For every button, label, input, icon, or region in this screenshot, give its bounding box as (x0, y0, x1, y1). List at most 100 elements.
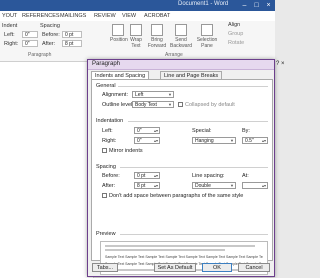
group-button[interactable]: Group (228, 31, 243, 37)
preview-divider (120, 234, 268, 235)
indent-right-value: 0" (137, 138, 142, 144)
dialog-close-icon[interactable]: × (281, 61, 285, 67)
help-icon[interactable]: ? (276, 61, 279, 67)
wrap-text-label: Wrap Text (130, 37, 142, 49)
tab-review[interactable]: REVIEW (94, 13, 116, 19)
cancel-button[interactable]: Cancel (238, 263, 270, 272)
position-button[interactable]: Position (110, 24, 128, 43)
dont-add-space-checkbox[interactable] (102, 193, 107, 198)
spacing-heading: Spacing (40, 23, 60, 29)
wrap-text-button[interactable]: Wrap Text (128, 24, 144, 49)
ok-button[interactable]: OK (202, 263, 232, 272)
after-value: 8 pt (137, 183, 146, 189)
tab-acrobat[interactable]: ACROBAT (144, 13, 170, 19)
minimize-icon[interactable]: – (239, 0, 250, 11)
indent-right-input[interactable]: 0" ▴▾ (134, 137, 160, 144)
spacing-heading: Spacing (96, 164, 116, 170)
spacing-after-input[interactable]: 8 pt (62, 40, 82, 47)
spacing-before-label: Before: (42, 32, 60, 38)
tab-view[interactable]: VIEW (122, 13, 136, 19)
selection-pane-button[interactable]: Selection Pane (196, 24, 218, 49)
spinner-icon: ▴▾ (153, 173, 158, 178)
spinner-icon: ▴▾ (261, 183, 266, 188)
indent-heading: Indent (2, 23, 18, 29)
at-input[interactable]: ▴▾ (242, 182, 268, 189)
paragraph-group-label: Paragraph (28, 52, 52, 58)
ribbon: Indent Spacing Left: 0" Right: 0" Before… (0, 21, 275, 62)
outline-level-select[interactable]: Body Text ▼ (132, 101, 174, 108)
bring-forward-label: Bring Forward (147, 37, 167, 49)
after-label: After: (102, 183, 116, 189)
indents-spacing-panel: General Alignment: Left ▼ Outline level: … (91, 79, 273, 275)
alignment-label: Alignment: (102, 92, 128, 98)
before-value: 0 pt (137, 173, 146, 179)
indentation-divider (128, 121, 268, 122)
chevron-down-icon: ▼ (168, 92, 172, 97)
outline-level-label: Outline level: (102, 102, 134, 108)
indent-right-label: Right: (4, 41, 19, 47)
line-spacing-select[interactable]: Double ▼ (192, 182, 236, 189)
window-title: Document1 - Word (178, 1, 229, 7)
send-backward-button[interactable]: Send Backward (170, 24, 192, 49)
by-input[interactable]: 0.5" ▴▾ (242, 137, 268, 144)
tab-mailings[interactable]: MAILINGS (60, 13, 86, 19)
before-input[interactable]: 0 pt ▴▾ (134, 172, 160, 179)
title-bar: Document1 - Word – □ × (0, 0, 275, 11)
collapsed-label: Collapsed by default (185, 102, 235, 108)
selection-pane-label: Selection Pane (196, 37, 218, 49)
document-page[interactable] (0, 62, 94, 278)
paragraph-dialog: Paragraph ? × Indents and Spacing Line a… (87, 59, 285, 277)
mirror-indents-checkbox[interactable] (102, 148, 107, 153)
by-value: 0.5" (245, 138, 254, 144)
line-spacing-value: Double (195, 183, 211, 189)
indent-left-value: 0" (137, 128, 142, 134)
position-icon (112, 24, 124, 36)
general-heading: General (96, 83, 116, 89)
indent-right-input[interactable]: 0" (22, 40, 38, 47)
rotate-button[interactable]: Rotate (228, 40, 244, 46)
collapsed-checkbox[interactable] (178, 102, 183, 107)
maximize-icon[interactable]: □ (251, 0, 262, 11)
dialog-title: Paragraph (92, 61, 121, 67)
preview-previous-paragraph (105, 249, 225, 251)
wrap-text-icon (130, 24, 142, 36)
before-label: Before: (102, 173, 120, 179)
dont-add-space-label: Don't add space between paragraphs of th… (109, 193, 244, 199)
indent-left-input[interactable]: 0" ▴▾ (134, 127, 160, 134)
special-label: Special: (192, 128, 212, 134)
indent-left-input[interactable]: 0" (22, 31, 38, 38)
after-input[interactable]: 8 pt ▴▾ (134, 182, 160, 189)
tabs-button[interactable]: Tabs... (92, 263, 118, 272)
preview-heading: Preview (96, 231, 116, 237)
indent-left-label: Left: (102, 128, 113, 134)
spinner-icon: ▴▾ (261, 138, 266, 143)
bring-forward-button[interactable]: Bring Forward (146, 24, 168, 49)
mirror-indents-label: Mirror indents (109, 148, 143, 154)
line-spacing-label: Line spacing: (192, 173, 225, 179)
spacing-after-label: After: (42, 41, 56, 47)
indent-right-label: Right: (102, 138, 117, 144)
chevron-down-icon: ▼ (230, 183, 234, 188)
alignment-select[interactable]: Left ▼ (132, 91, 174, 98)
special-select[interactable]: Hanging ▼ (192, 137, 236, 144)
spinner-icon: ▴▾ (153, 128, 158, 133)
spacing-divider (120, 167, 268, 168)
tab-references[interactable]: REFERENCES (22, 13, 60, 19)
selection-pane-icon (201, 24, 213, 36)
outline-level-value: Body Text (135, 102, 157, 108)
spacing-before-input[interactable]: 0 pt (62, 31, 82, 38)
arrange-group-label: Arrange (165, 52, 183, 58)
special-value: Hanging (195, 138, 214, 144)
tab-layout[interactable]: YOUT (2, 13, 17, 19)
send-backward-icon (175, 24, 187, 36)
indentation-heading: Indentation (96, 118, 124, 124)
chevron-down-icon: ▼ (168, 102, 172, 107)
chevron-down-icon: ▼ (230, 138, 234, 143)
set-as-default-button[interactable]: Set As Default (154, 263, 196, 272)
align-button[interactable]: Align (228, 22, 240, 28)
close-icon[interactable]: × (263, 0, 274, 11)
spinner-icon: ▴▾ (153, 138, 158, 143)
alignment-value: Left (135, 92, 144, 98)
at-label: At: (242, 173, 249, 179)
preview-previous-paragraph (105, 245, 255, 247)
